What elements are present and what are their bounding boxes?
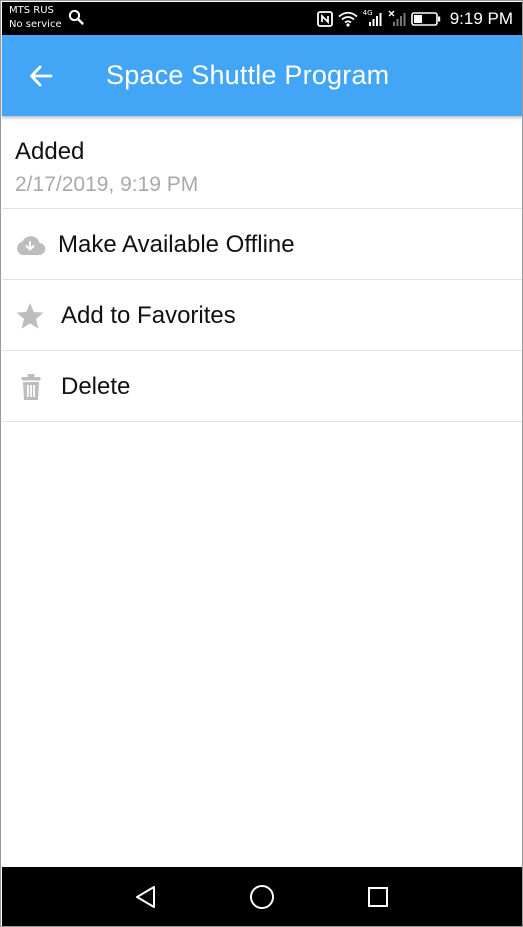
carrier-name: MTS RUS	[9, 5, 54, 16]
carrier-status: No service	[9, 19, 62, 30]
nav-recents-button[interactable]	[363, 882, 393, 912]
carrier-info: MTS RUS No service	[9, 4, 62, 32]
add-to-favorites-label: Add to Favorites	[61, 302, 236, 329]
app-frame: MTS RUS No service 4G 9:19 PM Space Shut…	[0, 0, 523, 927]
clock: 9:19 PM	[449, 8, 513, 28]
status-bar: MTS RUS No service 4G 9:19 PM	[2, 2, 522, 35]
make-available-offline-label: Make Available Offline	[58, 231, 295, 258]
signal-no-service-icon	[388, 10, 406, 26]
nav-back-button[interactable]	[131, 882, 161, 912]
back-button[interactable]	[24, 59, 58, 93]
delete-item[interactable]: Delete	[2, 351, 522, 422]
status-icons: 4G 9:19 PM	[316, 2, 513, 35]
added-date: 2/17/2019, 9:19 PM	[15, 173, 199, 196]
trash-icon	[21, 351, 41, 422]
app-bar: Space Shuttle Program	[2, 35, 522, 116]
delete-label: Delete	[61, 373, 131, 400]
page-title: Space Shuttle Program	[106, 60, 390, 90]
recents-square-icon	[368, 887, 388, 907]
cloud-download-icon	[14, 209, 46, 280]
arrow-left-icon	[30, 65, 53, 87]
added-info: Added 2/17/2019, 9:19 PM	[2, 117, 522, 209]
wifi-icon	[338, 11, 358, 27]
star-icon	[15, 280, 45, 351]
add-to-favorites-item[interactable]: Add to Favorites	[2, 280, 522, 351]
search-icon	[68, 9, 84, 25]
home-circle-icon	[250, 885, 274, 909]
navigation-bar	[2, 867, 522, 926]
nav-home-button[interactable]	[247, 882, 277, 912]
added-label: Added	[15, 138, 85, 165]
signal-icon: 4G	[363, 9, 383, 28]
nfc-icon	[316, 10, 333, 27]
back-triangle-icon	[136, 886, 155, 908]
make-available-offline-item[interactable]: Make Available Offline	[2, 209, 522, 280]
battery-icon	[410, 11, 440, 26]
